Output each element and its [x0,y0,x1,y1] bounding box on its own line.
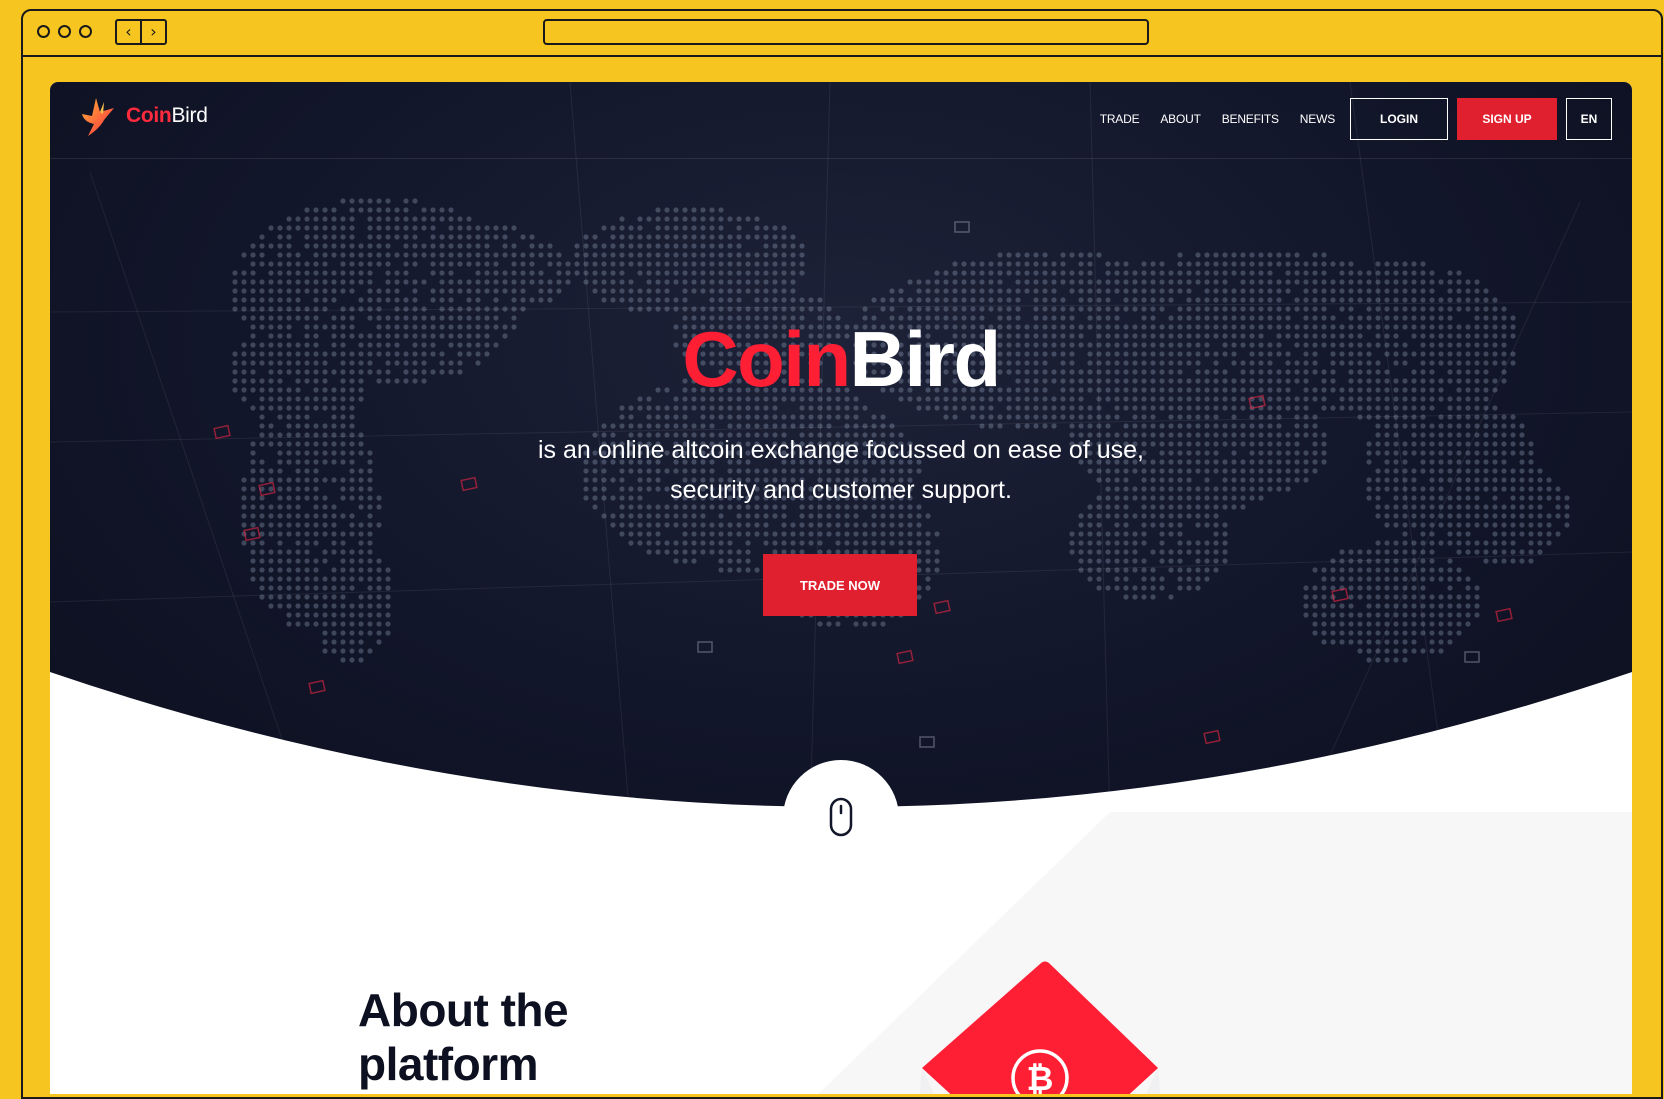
hero-section: CoinBird TRADE ABOUT BENEFITS NEWS LOGIN… [50,82,1632,822]
hero-title: CoinBird [50,320,1632,398]
address-bar[interactable] [543,19,1149,45]
logo-coin-text: Coin [126,104,172,127]
window-maximize-dot[interactable] [79,25,92,38]
language-selector[interactable]: EN [1566,98,1612,140]
hero-subtitle-line-2: security and customer support. [670,476,1012,504]
bird-logo-icon [82,98,114,136]
site-logo[interactable]: CoinBird [74,92,208,140]
header-divider [50,158,1632,159]
nav-link-news[interactable]: NEWS [1300,112,1335,126]
window-close-dot[interactable] [37,25,50,38]
back-arrow-icon[interactable]: ‹ [117,21,142,43]
bitcoin-diamond-card: ₿ [910,952,1170,1094]
browser-toolbar: ‹ › [23,11,1661,57]
logo-bird-text: Bird [171,104,208,127]
nav-link-trade[interactable]: TRADE [1100,112,1140,126]
hero-subtitle-line-1: is an online altcoin exchange focussed o… [538,436,1144,464]
about-title-line-2: platform [358,1038,539,1090]
about-title-line-1: About the [358,984,569,1036]
mouse-icon [829,797,853,837]
hero-title-bird: Bird [849,315,1002,403]
nav-link-benefits[interactable]: BENEFITS [1222,112,1279,126]
about-section-title: About the platform [358,983,569,1091]
scroll-down-indicator[interactable] [783,760,899,876]
hero-subtitle: is an online altcoin exchange focussed o… [441,430,1241,510]
login-button[interactable]: LOGIN [1350,98,1448,140]
history-navigation: ‹ › [115,19,167,45]
bitcoin-icon: ₿ [1011,1049,1069,1094]
signup-button[interactable]: SIGN UP [1457,98,1557,140]
svg-text:₿: ₿ [1027,1059,1054,1094]
logo-text: CoinBird [126,104,208,128]
trade-now-button[interactable]: TRADE NOW [763,554,917,616]
window-minimize-dot[interactable] [58,25,71,38]
forward-arrow-icon[interactable]: › [142,21,165,43]
nav-link-about[interactable]: ABOUT [1160,112,1201,126]
main-navigation: TRADE ABOUT BENEFITS NEWS LOGIN SIGN UP … [1100,98,1612,140]
web-page: CoinBird TRADE ABOUT BENEFITS NEWS LOGIN… [50,82,1632,1094]
hero-title-coin: Coin [682,315,851,403]
